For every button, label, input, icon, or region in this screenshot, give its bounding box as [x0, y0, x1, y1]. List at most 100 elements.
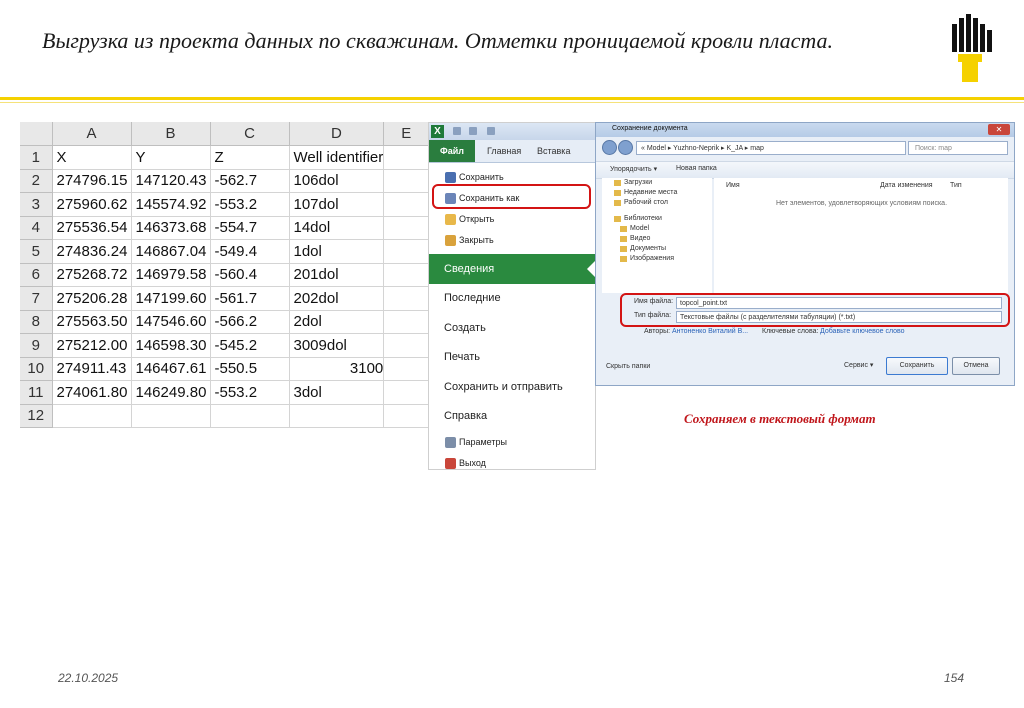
authors-value[interactable]: Антоненко Виталий В... [672, 328, 748, 335]
organize-button[interactable]: Упорядочить ▾ [610, 165, 657, 173]
nav-item[interactable]: Загрузки [602, 178, 712, 188]
search-input[interactable]: Поиск: map [908, 141, 1008, 155]
cell[interactable] [383, 310, 430, 334]
back-icon[interactable] [602, 140, 617, 155]
column-header-a[interactable]: A [52, 122, 132, 146]
cell[interactable] [131, 404, 211, 428]
cell[interactable]: 106dol [289, 169, 385, 193]
cell[interactable]: 1dol [289, 239, 385, 264]
menu-item-recent[interactable]: Последние [429, 284, 595, 314]
service-menu[interactable]: Сервис ▾ [844, 361, 873, 369]
menu-item-help[interactable]: Справка [429, 402, 595, 432]
cell[interactable]: 3009dol [289, 333, 385, 358]
column-header-e[interactable]: E [383, 122, 430, 146]
cell[interactable]: 3100 [289, 357, 385, 381]
row-number[interactable]: 9 [20, 333, 53, 358]
cell[interactable]: 275563.50 [52, 310, 132, 334]
cell[interactable] [383, 169, 430, 193]
redo-icon[interactable] [487, 127, 495, 135]
cell[interactable] [383, 145, 430, 170]
cell[interactable]: 146467.61 [131, 357, 211, 381]
cell[interactable]: 146867.04 [131, 239, 211, 264]
new-folder-button[interactable]: Новая папка [676, 165, 717, 172]
nav-item[interactable]: Документы [602, 244, 712, 254]
menu-item-close[interactable]: Закрыть [429, 230, 595, 251]
hide-folders-button[interactable]: Скрыть папки [606, 363, 650, 370]
cell[interactable]: 201dol [289, 263, 385, 287]
cell[interactable]: 275960.62 [52, 192, 132, 217]
column-header-d[interactable]: D [289, 122, 385, 146]
cancel-button[interactable]: Отмена [952, 357, 1000, 375]
cell[interactable]: X [52, 145, 132, 170]
cell[interactable]: 107dol [289, 192, 385, 217]
cell[interactable] [383, 239, 430, 264]
menu-item-new[interactable]: Создать [429, 314, 595, 344]
cell[interactable]: -553.2 [210, 192, 290, 217]
cell[interactable]: Y [131, 145, 211, 170]
tab-insert[interactable]: Вставка [537, 140, 570, 162]
menu-item-info[interactable]: Сведения [429, 254, 595, 284]
cell[interactable] [383, 380, 430, 405]
cell[interactable]: 202dol [289, 286, 385, 311]
row-number[interactable]: 11 [20, 380, 53, 405]
cell[interactable] [383, 333, 430, 358]
nav-item[interactable]: Изображения [602, 254, 712, 264]
cell[interactable]: 275268.72 [52, 263, 132, 287]
row-number[interactable]: 3 [20, 192, 53, 217]
row-number[interactable]: 7 [20, 286, 53, 311]
cell[interactable]: 275536.54 [52, 216, 132, 240]
cell[interactable] [383, 263, 430, 287]
undo-icon[interactable] [469, 127, 477, 135]
row-number[interactable]: 6 [20, 263, 53, 287]
cell[interactable]: -562.7 [210, 169, 290, 193]
row-number[interactable]: 5 [20, 239, 53, 264]
save-icon[interactable] [453, 127, 461, 135]
menu-item-open[interactable]: Открыть [429, 209, 595, 230]
cell[interactable]: 146249.80 [131, 380, 211, 405]
row-number[interactable]: 1 [20, 145, 53, 170]
cell[interactable]: -553.2 [210, 380, 290, 405]
tab-file[interactable]: Файл [429, 140, 475, 162]
row-number[interactable]: 2 [20, 169, 53, 193]
nav-item[interactable]: Недавние места [602, 188, 712, 198]
keywords-value[interactable]: Добавьте ключевое слово [820, 328, 905, 335]
cell[interactable] [52, 404, 132, 428]
row-number[interactable]: 4 [20, 216, 53, 240]
cell[interactable]: 147120.43 [131, 169, 211, 193]
cell[interactable]: -561.7 [210, 286, 290, 311]
column-header-type[interactable]: Тип [950, 182, 962, 189]
address-bar[interactable]: « Model ▸ Yuzhno-Neprik ▸ K_JA ▸ map [636, 141, 906, 155]
cell[interactable]: 274836.24 [52, 239, 132, 264]
cell[interactable]: -554.7 [210, 216, 290, 240]
cell[interactable]: 274061.80 [52, 380, 132, 405]
column-header-name[interactable]: Имя [726, 182, 740, 189]
cell[interactable]: -560.4 [210, 263, 290, 287]
cell[interactable] [383, 192, 430, 217]
cell[interactable] [383, 216, 430, 240]
cell[interactable]: -566.2 [210, 310, 290, 334]
column-header-b[interactable]: B [131, 122, 211, 146]
cell[interactable]: 146373.68 [131, 216, 211, 240]
cell[interactable] [383, 404, 430, 428]
cell[interactable]: 2dol [289, 310, 385, 334]
cell[interactable]: 146979.58 [131, 263, 211, 287]
cell[interactable]: 275206.28 [52, 286, 132, 311]
nav-item[interactable]: Библиотеки [602, 214, 712, 224]
cell[interactable]: Well identifier [289, 145, 385, 170]
cell[interactable] [383, 286, 430, 311]
select-all-corner[interactable] [20, 122, 53, 146]
cell[interactable]: 14dol [289, 216, 385, 240]
cell[interactable]: -550.5 [210, 357, 290, 381]
cell[interactable] [383, 357, 430, 381]
cell[interactable]: 147546.60 [131, 310, 211, 334]
cell[interactable]: 146598.30 [131, 333, 211, 358]
cell[interactable]: 3dol [289, 380, 385, 405]
row-number[interactable]: 10 [20, 357, 53, 381]
cell[interactable] [210, 404, 290, 428]
row-number[interactable]: 8 [20, 310, 53, 334]
cell[interactable]: 275212.00 [52, 333, 132, 358]
column-header-date[interactable]: Дата изменения [880, 182, 933, 189]
nav-item[interactable]: Рабочий стол [602, 198, 712, 208]
save-button[interactable]: Сохранить [886, 357, 948, 375]
cell[interactable]: 274911.43 [52, 357, 132, 381]
